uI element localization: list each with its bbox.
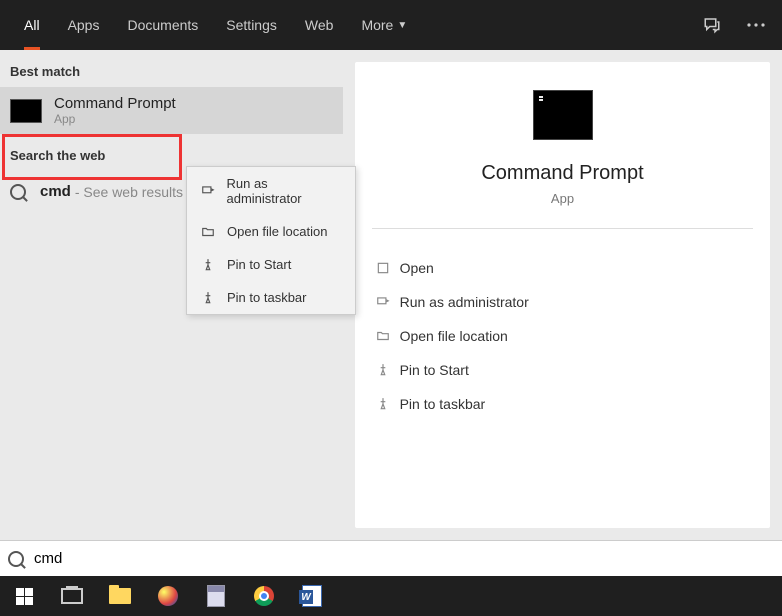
search-filter-bar: All Apps Documents Settings Web More▼ (0, 0, 782, 50)
cmd-large-icon (533, 90, 593, 140)
cmd-icon (10, 99, 42, 123)
tab-web[interactable]: Web (291, 0, 348, 50)
taskbar-word[interactable] (288, 576, 336, 616)
search-input[interactable] (34, 550, 774, 567)
folder-icon (109, 588, 131, 604)
ctx-pin-to-start[interactable]: Pin to Start (187, 248, 355, 281)
search-icon (8, 551, 24, 567)
action-open-file-location[interactable]: Open file location (372, 319, 754, 353)
more-options-icon[interactable] (736, 5, 776, 45)
calculator-icon (207, 585, 225, 607)
ctx-run-as-admin[interactable]: Run as administrator (187, 167, 355, 215)
tab-more[interactable]: More▼ (347, 0, 421, 50)
details-title: Command Prompt (481, 162, 643, 185)
result-command-prompt[interactable]: Command Prompt App (0, 87, 343, 134)
chevron-down-icon: ▼ (397, 20, 407, 31)
open-icon (376, 261, 400, 275)
pin-icon (376, 363, 400, 377)
task-view-button[interactable] (48, 576, 96, 616)
context-menu: Run as administrator Open file location … (186, 166, 356, 315)
start-button[interactable] (0, 576, 48, 616)
tab-documents[interactable]: Documents (113, 0, 212, 50)
pin-icon (199, 258, 217, 272)
divider (372, 228, 754, 229)
action-run-as-admin[interactable]: Run as administrator (372, 285, 754, 319)
chrome-icon (254, 586, 274, 606)
action-open[interactable]: Open (372, 251, 754, 285)
taskbar (0, 576, 782, 616)
tab-all[interactable]: All (10, 0, 54, 50)
ctx-open-file-location[interactable]: Open file location (187, 215, 355, 248)
ctx-pin-to-taskbar[interactable]: Pin to taskbar (187, 281, 355, 314)
search-bar[interactable] (0, 540, 782, 576)
search-results-pane: Best match Command Prompt App Search the… (0, 50, 782, 540)
web-hint-text: - See web results (75, 184, 183, 200)
taskbar-file-explorer[interactable] (96, 576, 144, 616)
taskbar-chrome[interactable] (240, 576, 288, 616)
ctx-label: Open file location (227, 224, 327, 239)
ctx-label: Pin to Start (227, 257, 291, 272)
result-subtitle: App (54, 112, 176, 126)
action-pin-to-taskbar[interactable]: Pin to taskbar (372, 387, 754, 421)
pin-icon (199, 291, 217, 305)
word-icon (302, 585, 322, 607)
result-title: Command Prompt (54, 95, 176, 112)
taskbar-snip[interactable] (144, 576, 192, 616)
action-pin-to-start[interactable]: Pin to Start (372, 353, 754, 387)
action-label: Run as administrator (400, 294, 529, 310)
action-label: Pin to taskbar (400, 396, 486, 412)
web-query-text: cmd (40, 183, 71, 200)
admin-shield-icon (376, 295, 400, 309)
task-view-icon (61, 588, 83, 604)
tab-apps[interactable]: Apps (54, 0, 114, 50)
folder-open-icon (199, 225, 217, 239)
feedback-icon[interactable] (692, 5, 732, 45)
details-type: App (551, 191, 574, 206)
windows-logo-icon (16, 588, 33, 605)
snip-icon (158, 586, 178, 606)
folder-open-icon (376, 329, 400, 343)
taskbar-calculator[interactable] (192, 576, 240, 616)
pin-icon (376, 397, 400, 411)
action-label: Pin to Start (400, 362, 469, 378)
ctx-label: Run as administrator (226, 176, 343, 206)
details-pane: Command Prompt App Open Run as administr… (355, 62, 770, 528)
section-best-match: Best match (0, 50, 343, 87)
tab-settings[interactable]: Settings (212, 0, 291, 50)
action-label: Open (400, 260, 434, 276)
admin-shield-icon (199, 184, 216, 198)
ctx-label: Pin to taskbar (227, 290, 307, 305)
results-list: Best match Command Prompt App Search the… (0, 50, 343, 540)
action-label: Open file location (400, 328, 508, 344)
search-icon (10, 184, 26, 200)
